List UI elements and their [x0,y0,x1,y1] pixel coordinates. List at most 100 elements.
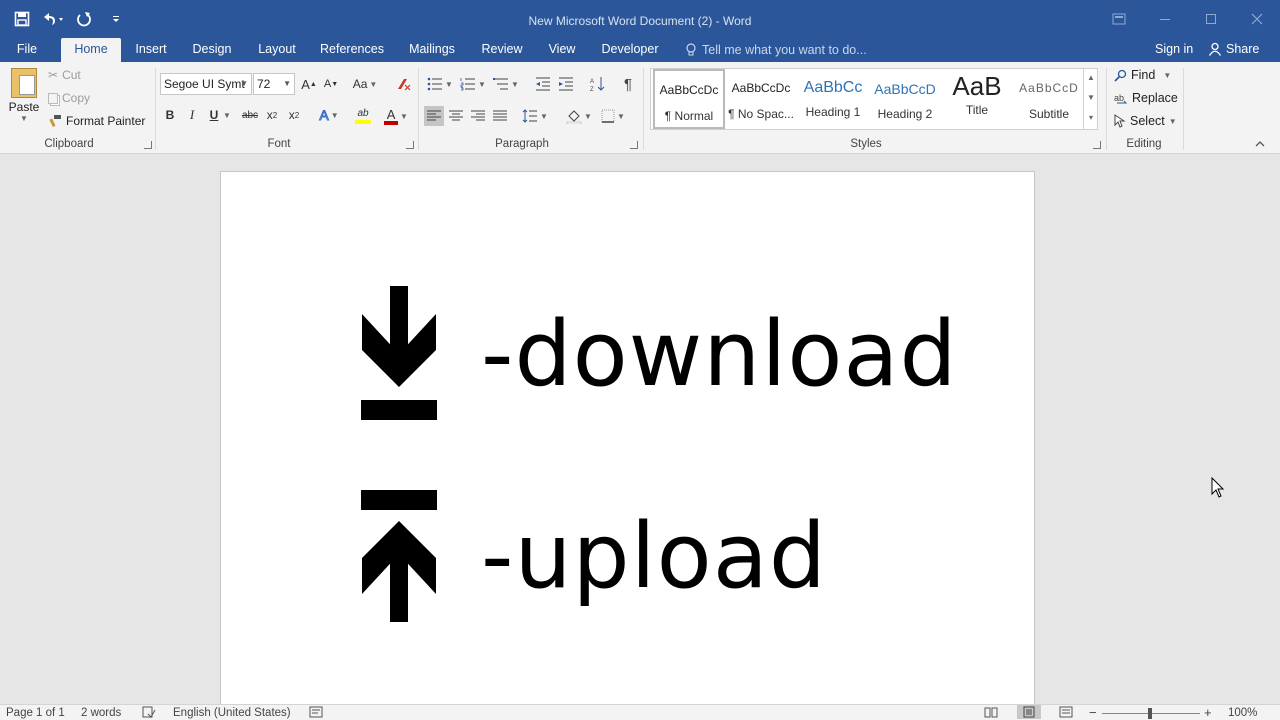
decrease-indent-button[interactable] [533,74,553,94]
clipboard-icon [11,68,37,98]
style-subtitle[interactable]: AaBbCcD Subtitle [1013,69,1085,129]
collapse-ribbon-button[interactable] [1254,138,1266,148]
highlight-button[interactable]: ab [347,106,379,126]
borders-icon [601,109,615,123]
document-line: -download [361,286,958,422]
document-page[interactable]: -download -upload [220,171,1035,711]
tab-view[interactable]: View [542,38,582,62]
show-formatting-marks-button[interactable]: ¶ [618,74,638,94]
bold-button[interactable]: B [162,106,178,124]
select-button[interactable]: Select ▼ [1114,114,1177,128]
tell-me-box[interactable]: Tell me what you want to do... [686,38,867,62]
style-no-spacing[interactable]: AaBbCcDc ¶ No Spac... [725,69,797,129]
paste-button[interactable]: Paste ▼ [8,68,40,123]
tab-layout[interactable]: Layout [250,38,304,62]
shrink-font-button[interactable]: A ▼ [322,75,340,93]
shading-button[interactable]: ▼ [563,106,595,126]
macro-recording-button[interactable] [309,706,323,720]
line-spacing-icon [522,109,538,123]
clipboard-dialog-launcher[interactable] [144,141,152,149]
download-arrow-icon [361,286,437,420]
tab-references[interactable]: References [316,38,388,62]
gallery-more-button[interactable]: ▾ [1084,108,1098,128]
justify-button[interactable] [490,106,510,126]
document-canvas: -download -upload [0,154,1280,711]
proofing-icon[interactable] [142,706,156,720]
bullets-button[interactable]: ▼ [425,74,455,94]
zoom-level[interactable]: 100% [1228,707,1257,719]
tab-review[interactable]: Review [476,38,528,62]
page-count[interactable]: Page 1 of 1 [6,707,65,719]
change-case-button[interactable]: Aa ▼ [350,75,380,93]
bullets-icon [427,77,443,91]
maximize-button[interactable] [1188,6,1234,32]
share-button[interactable]: Share [1208,38,1259,60]
numbering-button[interactable]: ▼ [458,74,488,94]
underline-button[interactable]: U [206,106,222,124]
copy-button[interactable]: Copy [48,91,90,105]
sort-button[interactable]: AZ [587,74,607,94]
style-name: ¶ No Spac... [728,107,794,121]
format-painter-button[interactable]: Format Painter [48,114,145,128]
subscript-button[interactable]: x2 [263,106,281,124]
tab-home[interactable]: Home [61,38,121,62]
increase-indent-button[interactable] [556,74,576,94]
superscript-button[interactable]: x2 [285,106,303,124]
align-center-icon [449,110,463,121]
gallery-up-button[interactable]: ▲ [1084,68,1098,88]
style-title[interactable]: AaB Title [941,69,1013,129]
tab-developer[interactable]: Developer [596,38,664,62]
font-dialog-launcher[interactable] [406,141,414,149]
read-mode-button[interactable] [984,706,998,720]
align-right-icon [471,110,485,121]
replace-label: Replace [1132,91,1178,105]
word-count[interactable]: 2 words [81,707,121,719]
underline-options-button[interactable]: ▼ [222,108,232,122]
web-layout-button[interactable] [1059,706,1073,720]
paragraph-dialog-launcher[interactable] [630,141,638,149]
cut-button[interactable]: ✂ Cut [48,68,81,82]
gallery-down-button[interactable]: ▼ [1084,88,1098,108]
close-button[interactable] [1234,6,1280,32]
print-layout-button[interactable] [1017,705,1041,719]
font-size-select[interactable]: 72 ▼ [253,73,295,95]
shrink-font-icon: A [323,78,332,90]
text-effects-icon: A [319,107,329,124]
styles-dialog-launcher[interactable] [1093,141,1101,149]
find-button[interactable]: Find ▼ [1114,68,1171,82]
tab-insert[interactable]: Insert [128,38,174,62]
grow-font-button[interactable]: A ▲ [300,75,318,93]
align-left-button[interactable] [424,106,444,126]
upload-text: -upload [481,503,827,609]
ribbon-display-options-button[interactable] [1096,6,1142,32]
styles-group-label: Styles [850,138,882,150]
grow-font-icon: A [301,76,310,92]
text-effects-button[interactable]: A ▼ [314,106,344,124]
style-normal[interactable]: AaBbCcDc ¶ Normal [653,69,725,129]
clear-formatting-button[interactable] [394,75,412,93]
borders-button[interactable]: ▼ [598,106,628,126]
clear-formatting-icon [398,79,411,91]
strikethrough-button[interactable]: abc [238,106,262,124]
zoom-slider-thumb[interactable] [1148,708,1152,719]
sign-in-link[interactable]: Sign in [1155,38,1193,60]
zoom-out-button[interactable]: − [1089,705,1097,720]
italic-button[interactable]: I [184,106,200,124]
ribbon-display-icon [1112,13,1126,25]
tab-mailings[interactable]: Mailings [402,38,462,62]
replace-button[interactable]: ab Replace [1114,91,1178,105]
font-family-select[interactable]: Segoe UI Symt ▼ [160,73,252,95]
tab-design[interactable]: Design [186,38,238,62]
style-heading-2[interactable]: AaBbCcD Heading 2 [869,69,941,129]
zoom-in-button[interactable]: + [1204,705,1212,720]
language-indicator[interactable]: English (United States) [173,707,291,719]
center-button[interactable] [446,106,466,126]
minimize-button[interactable] [1142,6,1188,32]
multilevel-list-button[interactable]: ▼ [491,74,521,94]
line-spacing-button[interactable]: ▼ [520,106,550,126]
style-heading-1[interactable]: AaBbCc Heading 1 [797,69,869,129]
tab-file[interactable]: File [8,38,46,62]
align-right-button[interactable] [468,106,488,126]
font-color-icon: A [384,108,399,125]
font-color-button[interactable]: A ▼ [381,106,411,126]
